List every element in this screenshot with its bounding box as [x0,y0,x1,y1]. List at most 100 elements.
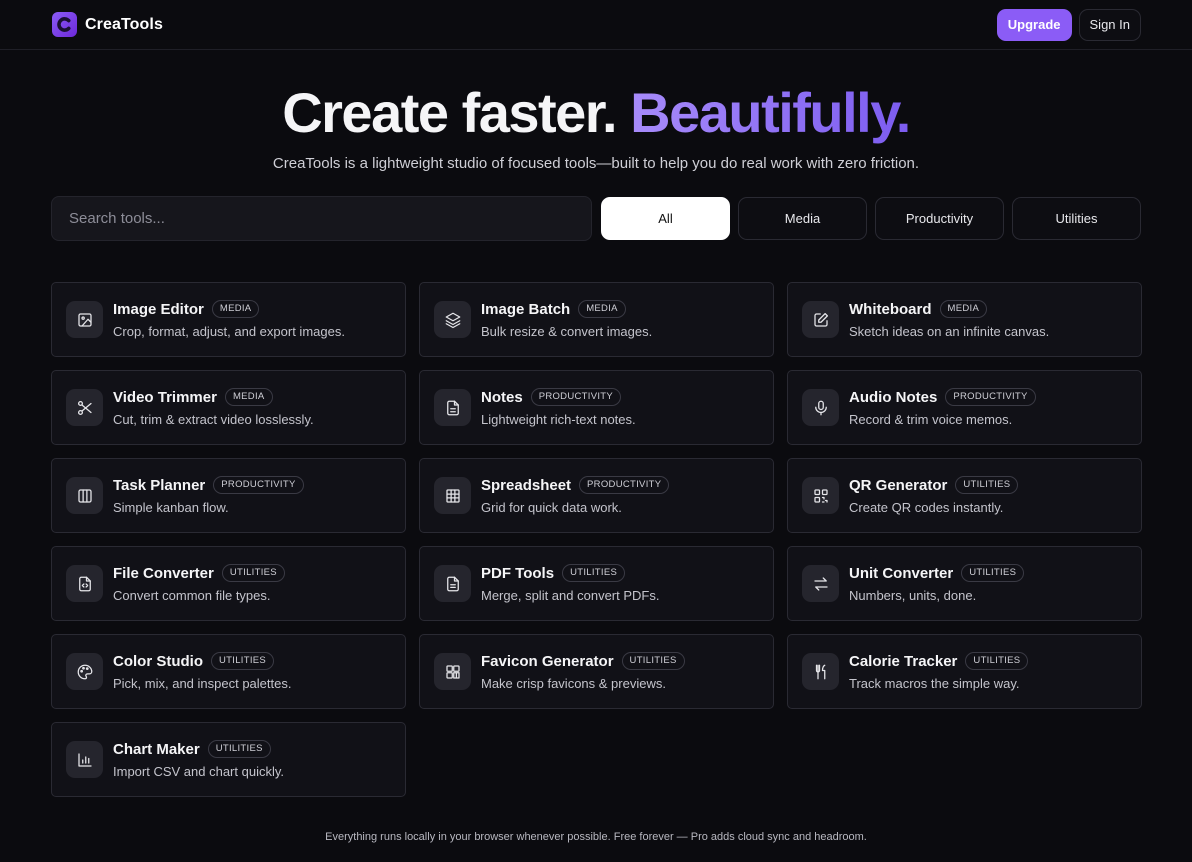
filter-productivity[interactable]: Productivity [875,197,1004,240]
hero-subtitle: CreaTools is a lightweight studio of foc… [272,155,920,172]
tool-card-header: Video Trimmer MEDIA [113,388,314,406]
tool-card-text: Calorie Tracker UTILITIES Track macros the… [849,652,1029,691]
tool-card-image-editor[interactable]: Image Editor MEDIA Crop, format, adjust, a… [51,282,406,357]
tool-card-text: Unit Converter UTILITIES Numbers, units, d… [849,564,1025,603]
tool-description: Merge, split and convert PDFs. [481,588,660,603]
favicon-grid-icon [434,653,471,690]
category-badge: UTILITIES [965,652,1029,670]
tool-card-header: Chart Maker UTILITIES [113,740,284,758]
tool-card-text: Image Editor MEDIA Crop, format, adjust, a… [113,300,345,339]
category-badge: UTILITIES [211,652,275,670]
tool-card-header: Whiteboard MEDIA [849,300,1049,318]
hero-title-accent: Beautifully. [630,81,911,144]
tool-card-file-converter[interactable]: File Converter UTILITIES Convert common fi… [51,546,406,621]
table-icon [434,477,471,514]
qr-code-icon [802,477,839,514]
tool-card-notes[interactable]: Notes PRODUCTIVITY Lightweight rich-text n… [419,370,774,445]
tool-description: Convert common file types. [113,588,271,603]
tool-title: Video Trimmer [113,388,217,406]
tool-card-task-planner[interactable]: Task Planner PRODUCTIVITY Simple kanban fl… [51,458,406,533]
tool-description: Pick, mix, and inspect palettes. [113,676,292,691]
tool-card-pdf-tools[interactable]: PDF Tools UTILITIES Merge, split and conve… [419,546,774,621]
tool-card-calorie-tracker[interactable]: Calorie Tracker UTILITIES Track macros the… [787,634,1142,709]
tool-card-color-studio[interactable]: Color Studio UTILITIES Pick, mix, and insp… [51,634,406,709]
tool-description: Grid for quick data work. [481,500,622,515]
tool-card-favicon-generator[interactable]: Favicon Generator UTILITIES Make crisp fav… [419,634,774,709]
category-badge: UTILITIES [562,564,626,582]
palette-icon [66,653,103,690]
tool-card-video-trimmer[interactable]: Video Trimmer MEDIA Cut, trim & extract vi… [51,370,406,445]
tool-card-audio-notes[interactable]: Audio Notes PRODUCTIVITY Record & trim voi… [787,370,1142,445]
category-badge: UTILITIES [961,564,1025,582]
tool-card-text: Image Batch MEDIA Bulk resize & convert im… [481,300,652,339]
tool-title: Spreadsheet [481,476,572,494]
top-bar: CreaTools Upgrade Sign In [0,0,1192,50]
logo-icon [52,12,77,37]
tool-title: PDF Tools [481,564,555,582]
tool-description: Sketch ideas on an infinite canvas. [849,324,1050,339]
tool-card-chart-maker[interactable]: Chart Maker UTILITIES Import CSV and chart… [51,722,406,797]
hero-title-main: Create faster. [282,81,617,144]
category-badge: PRODUCTIVITY [530,388,622,406]
tool-card-text: PDF Tools UTILITIES Merge, split and conve… [481,564,659,603]
tool-card-text: File Converter UTILITIES Convert common fi… [113,564,285,603]
brand[interactable]: CreaTools [52,12,163,37]
tool-card-spreadsheet[interactable]: Spreadsheet PRODUCTIVITY Grid for quick da… [419,458,774,533]
tool-title: Audio Notes [849,388,938,406]
tool-card-whiteboard[interactable]: Whiteboard MEDIA Sketch ideas on an infini… [787,282,1142,357]
tool-card-text: Whiteboard MEDIA Sketch ideas on an infini… [849,300,1049,339]
filter-media[interactable]: Media [738,197,867,240]
tool-title: Notes [481,388,523,406]
tool-description: Bulk resize & convert images. [481,324,653,339]
tool-card-text: Chart Maker UTILITIES Import CSV and chart… [113,740,284,779]
image-icon [66,301,103,338]
filter-all[interactable]: All [601,197,730,240]
category-badge: MEDIA [578,300,626,318]
filter-utilities[interactable]: Utilities [1012,197,1141,240]
tool-card-header: Image Editor MEDIA [113,300,345,318]
tool-card-header: Calorie Tracker UTILITIES [849,652,1029,670]
tool-card-text: Spreadsheet PRODUCTIVITY Grid for quick da… [481,476,670,515]
category-badge: MEDIA [939,300,988,318]
tool-card-header: Favicon Generator UTILITIES [481,652,685,670]
tool-description: Make crisp favicons & previews. [481,676,666,691]
hero-title: Create faster. Beautifully. [0,80,1192,146]
tool-description: Lightweight rich-text notes. [481,412,636,427]
category-badge: UTILITIES [207,740,271,758]
category-badge: UTILITIES [621,652,685,670]
tool-card-text: Task Planner PRODUCTIVITY Simple kanban fl… [113,476,304,515]
microphone-icon [802,389,839,426]
bar-chart-icon [66,741,103,778]
tool-title: QR Generator [849,476,948,494]
tool-card-header: Audio Notes PRODUCTIVITY [849,388,1036,406]
tool-description: Create QR codes instantly. [849,500,1004,515]
tool-title: Unit Converter [849,564,954,582]
file-text-icon [434,565,471,602]
tool-card-qr-generator[interactable]: QR Generator UTILITIES Create QR codes ins… [787,458,1142,533]
category-badge: MEDIA [224,388,273,406]
search-input[interactable] [51,196,592,241]
tool-card-header: PDF Tools UTILITIES [481,564,659,582]
tool-title: Chart Maker [113,740,200,758]
tool-description: Numbers, units, done. [849,588,977,603]
upgrade-button[interactable]: Upgrade [996,8,1072,41]
tool-card-text: QR Generator UTILITIES Create QR codes ins… [849,476,1019,515]
tool-title: File Converter [113,564,214,582]
scissors-icon [66,389,103,426]
columns-icon [66,477,103,514]
tool-card-unit-converter[interactable]: Unit Converter UTILITIES Numbers, units, d… [787,546,1142,621]
tool-title: Whiteboard [849,300,932,318]
category-badge: UTILITIES [955,476,1019,494]
sign-in-button[interactable]: Sign In [1078,8,1141,41]
category-badge: UTILITIES [221,564,285,582]
category-badge: MEDIA [211,300,260,318]
header-actions: Upgrade Sign In [996,8,1141,41]
tool-card-image-batch[interactable]: Image Batch MEDIA Bulk resize & convert im… [419,282,774,357]
tool-title: Calorie Tracker [849,652,958,670]
file-code-icon [66,565,103,602]
tool-card-header: Color Studio UTILITIES [113,652,291,670]
tool-card-header: Notes PRODUCTIVITY [481,388,636,406]
category-filters: All Media Productivity Utilities [601,197,1141,240]
tool-card-text: Favicon Generator UTILITIES Make crisp fav… [481,652,685,691]
tool-title: Image Editor [113,300,204,318]
